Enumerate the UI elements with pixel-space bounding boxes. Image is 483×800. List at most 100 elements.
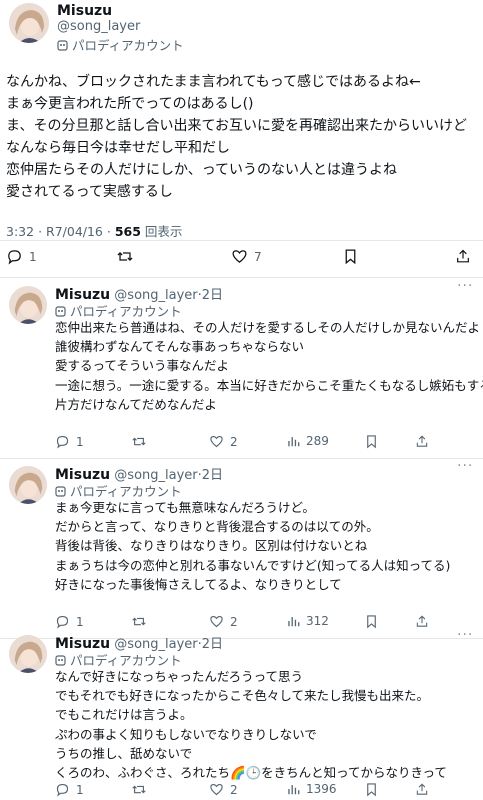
reply-button[interactable]: 1 [6,248,37,265]
bookmark-icon [367,783,376,797]
share-icon [416,783,428,795]
bookmark-button[interactable] [365,614,378,629]
author-name[interactable]: Misuzu [57,3,112,19]
reply-button[interactable]: 1 [55,434,84,449]
post-line: まぁ今更言われた所でってのはあるし() [6,96,254,112]
reply-line: 一途に想う。一途に愛する。本当に好きだからこそ重たくもなるし嫉妬もする [55,377,483,393]
reply-body: 恋仲出来たら普通はね、その人だけを愛するしその人だけしか見ないんだよ 誰彼構わずな… [55,318,483,414]
post-line: 愛されてるって実感するし [6,184,173,200]
like-count: 7 [254,249,262,264]
reply-line: 背後は背後、なりきりはなりきり。区別は付けないとね [55,538,368,554]
post-line: なんなら毎日今は幸せだし平和だし [6,140,230,156]
views-count: 1396 [306,782,337,796]
like-icon [232,250,247,263]
share-button[interactable] [415,434,429,449]
reply-count: 1 [76,434,84,449]
post-age[interactable]: 2日 [202,468,223,483]
repost-button[interactable] [131,434,147,449]
reply-line: まぁうちは今の恋仲と別れる事ないんですけど(知ってる人は知ってる) [55,557,451,573]
like-icon [210,783,223,796]
post-date[interactable]: R7/04/16 [46,224,103,239]
parody-mask-icon [55,654,66,666]
reply-line: 好きになった事後悔さえしてるよ、なりきりとして [55,576,342,592]
repost-icon [132,785,146,794]
like-count: 2 [230,434,238,449]
views-icon [288,617,300,627]
share-button[interactable] [455,248,471,265]
post-time[interactable]: 3:32 [6,224,34,239]
avatar[interactable] [9,3,49,43]
bookmark-icon [367,615,376,629]
views-count: 312 [306,614,329,628]
more-icon[interactable]: ··· [457,627,473,643]
bookmark-icon [367,435,376,449]
avatar[interactable] [9,286,47,324]
share-icon [416,615,428,627]
parody-mask-icon [55,305,66,317]
divider [0,277,483,278]
divider [0,458,483,459]
like-button[interactable]: 7 [231,248,262,265]
avatar[interactable] [9,635,47,673]
divider [0,240,483,241]
like-count: 2 [230,782,238,797]
reply-line: くろのわ、ふわぐさ、ろれたち🌈🕒をきちんと知ってからなりきって [55,765,447,781]
post-age[interactable]: 2日 [202,288,223,303]
more-icon[interactable]: ··· [457,278,473,294]
reply-body: なんで好きになっちゃったんだろうって思うでもそれでも好きになったからこそ色々して… [55,667,447,782]
views-button[interactable]: 1396 [287,782,337,796]
reply-count: 1 [76,782,84,797]
share-button[interactable] [415,782,429,797]
parody-badge: パロディアカウント [57,35,184,54]
reply-button[interactable]: 1 [55,782,84,797]
share-icon [416,435,428,447]
reply-line: まぁ今更なに言っても無意味なんだろうけど。 [55,500,315,515]
views-count: 565 [114,224,141,239]
reply-line: だからと言って、なりきりと背後混合するのは以ての外。 [55,519,379,535]
like-button[interactable]: 2 [209,614,238,629]
post-body: なんかね、ブロックされたまま言われてもって感じではあるよね← まぁ今更言われた所… [6,71,467,203]
reply-icon [56,783,69,797]
views-icon [288,785,300,795]
like-button[interactable]: 2 [209,434,238,449]
reply-line: 誰彼構わずなんてそんな事あっちゃならない [55,339,305,355]
more-icon[interactable]: ··· [457,458,473,474]
repost-icon [117,252,133,261]
parody-mask-icon [57,39,68,51]
reply-line: 恋仲出来たら普通はね、その人だけを愛するしその人だけしか見ないんだよ [55,320,481,335]
bookmark-button[interactable] [343,248,358,265]
parody-label: パロディアカウント [72,38,184,53]
author-handle[interactable]: @song_layer [57,19,140,34]
post-actions: 1 7 [0,248,483,268]
reply-line: でもこれだけは言うよ。 [55,707,193,723]
reply-line: でもそれでも好きになったからこそ色々して来たし我慢も出来た。 [55,688,430,704]
views-label: 回表示 [144,224,183,239]
like-icon [210,435,223,448]
reply-line: うちの推し、舐めないで [55,745,193,761]
like-button[interactable]: 2 [209,782,238,797]
post-age[interactable]: 2日 [202,637,223,652]
reply-button[interactable]: 1 [55,614,84,629]
repost-icon [132,437,146,446]
post-line: ま、その分旦那と話し合い出来てお互いに愛を再確認出来たからいいけど [6,118,468,134]
post-meta: 3:32 · R7/04/16 · 565 回表示 [6,224,183,239]
views-icon [288,437,300,447]
share-button[interactable] [415,614,429,629]
bookmark-button[interactable] [365,782,378,797]
bookmark-icon [345,249,356,265]
avatar[interactable] [9,466,47,504]
views-button[interactable]: 289 [287,434,329,448]
repost-button[interactable] [131,782,147,797]
reply-line: ぷわの事よく知りもしないでなりきりしないで [55,726,317,742]
reply-line: 片方だけなんてだめなんだよ [55,396,217,412]
repost-button[interactable] [131,614,147,629]
repost-button[interactable] [116,248,134,265]
reply-line: 愛するってそういう事なんだよ [55,358,230,374]
views-button[interactable]: 312 [287,614,329,628]
reply-count: 1 [76,614,84,629]
bookmark-button[interactable] [365,434,378,449]
post-line: なんかね、ブロックされたまま言われてもって感じではあるよね← [6,74,421,90]
post-line: 恋仲居たらその人だけにしか、っていうのない人とは違うよね [6,162,398,178]
reply-icon [8,250,21,265]
reply-line: なんで好きになっちゃったんだろうって思う [55,669,304,684]
